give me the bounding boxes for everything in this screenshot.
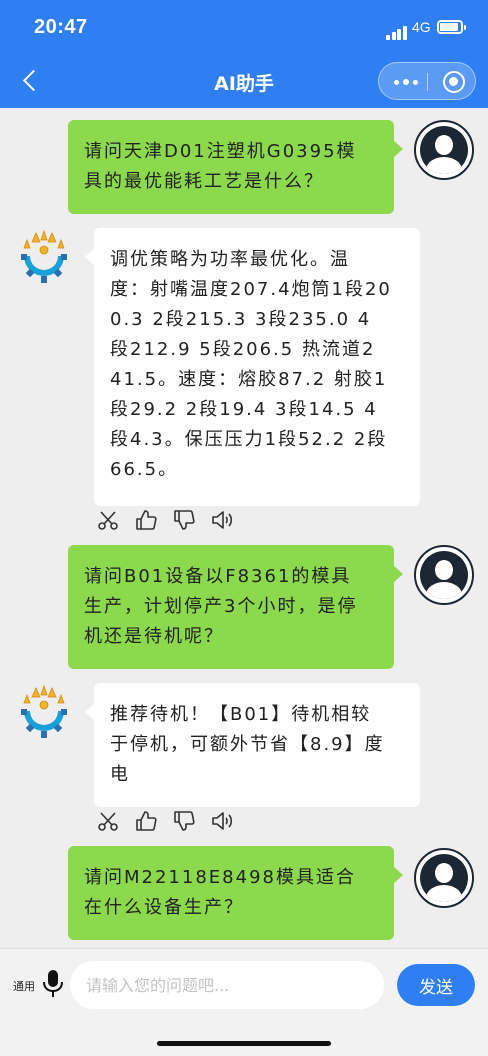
message-line: 生产，计划停产3个小时，是停 xyxy=(84,596,358,617)
bot-avatar xyxy=(14,683,74,743)
message-line: 于停机，可额外节省【8.9】度 xyxy=(110,734,385,755)
more-icon[interactable] xyxy=(393,71,419,91)
message-line: 度：射嘴温度207.4炮筒1段20 xyxy=(110,279,392,300)
question-input[interactable] xyxy=(70,961,384,1009)
header: 20:47 4G AI助手 xyxy=(0,0,488,108)
message-line: 调优策略为功率最优化。温 xyxy=(110,249,350,270)
status-bar: 20:47 4G xyxy=(0,0,488,56)
speaker-icon[interactable] xyxy=(210,508,234,532)
message-line: 41.5。速度：熔胶87.2 射胶1 xyxy=(110,369,388,390)
message-line: 具的最优能耗工艺是什么？ xyxy=(84,171,324,192)
message-line: 推荐待机！【B01】待机相较 xyxy=(110,704,372,725)
bot-message: 推荐待机！【B01】待机相较 于停机，可额外节省【8.9】度 电 xyxy=(85,683,420,807)
user-message: 请问天津D01注塑机G0395模 具的最优能耗工艺是什么？ xyxy=(68,120,403,214)
message-line: 在什么设备生产？ xyxy=(84,897,244,918)
message-line: 段212.9 5段206.5 热流道2 xyxy=(110,339,376,360)
message-line: 段29.2 2段19.4 3段14.5 4 xyxy=(110,399,378,420)
chat-list[interactable]: 请问天津D01注塑机G0395模 具的最优能耗工艺是什么？ 调优策略为功率最优化… xyxy=(0,108,488,948)
message-actions xyxy=(96,809,246,833)
nav-bar: AI助手 xyxy=(0,56,488,108)
speaker-icon[interactable] xyxy=(210,809,234,833)
thumbs-up-icon[interactable] xyxy=(134,508,158,532)
message-line: 机还是待机呢？ xyxy=(84,626,224,647)
capsule-divider xyxy=(427,73,428,91)
thumbs-down-icon[interactable] xyxy=(172,809,196,833)
message-line: 电 xyxy=(110,764,130,785)
thumbs-down-icon[interactable] xyxy=(172,508,196,532)
message-line: 0.3 2段215.3 3段235.0 4 xyxy=(110,309,372,330)
message-line: 请问M22118E8498模具适合 xyxy=(84,867,356,888)
input-bar: 通用 发送 xyxy=(0,948,488,1056)
scissors-icon[interactable] xyxy=(96,809,120,833)
message-line: 段4.3。保压压力1段52.2 2段 xyxy=(110,429,388,450)
message-line: 请问B01设备以F8361的模具 xyxy=(84,566,352,587)
bot-avatar xyxy=(14,228,74,288)
user-avatar xyxy=(414,848,474,908)
user-message: 请问M22118E8498模具适合 在什么设备生产？ xyxy=(68,846,403,940)
user-message: 请问B01设备以F8361的模具 生产，计划停产3个小时，是停 机还是待机呢？ xyxy=(68,545,403,669)
signal-icon xyxy=(386,21,408,40)
home-indicator xyxy=(157,1041,331,1046)
bot-message: 调优策略为功率最优化。温 度：射嘴温度207.4炮筒1段20 0.3 2段215… xyxy=(85,228,420,506)
mini-program-capsule xyxy=(378,62,476,100)
mode-label[interactable]: 通用 xyxy=(13,978,35,994)
user-avatar xyxy=(414,120,474,180)
message-line: 请问天津D01注塑机G0395模 xyxy=(84,141,357,162)
status-time: 20:47 xyxy=(34,16,88,38)
message-actions xyxy=(96,508,246,532)
message-line: 66.5。 xyxy=(110,459,179,480)
thumbs-up-icon[interactable] xyxy=(134,809,158,833)
send-button[interactable]: 发送 xyxy=(397,964,475,1006)
network-label: 4G xyxy=(412,19,431,35)
battery-icon xyxy=(437,20,466,34)
user-avatar xyxy=(414,545,474,605)
microphone-icon[interactable] xyxy=(42,969,64,999)
close-target-icon[interactable] xyxy=(443,71,465,93)
scissors-icon[interactable] xyxy=(96,508,120,532)
